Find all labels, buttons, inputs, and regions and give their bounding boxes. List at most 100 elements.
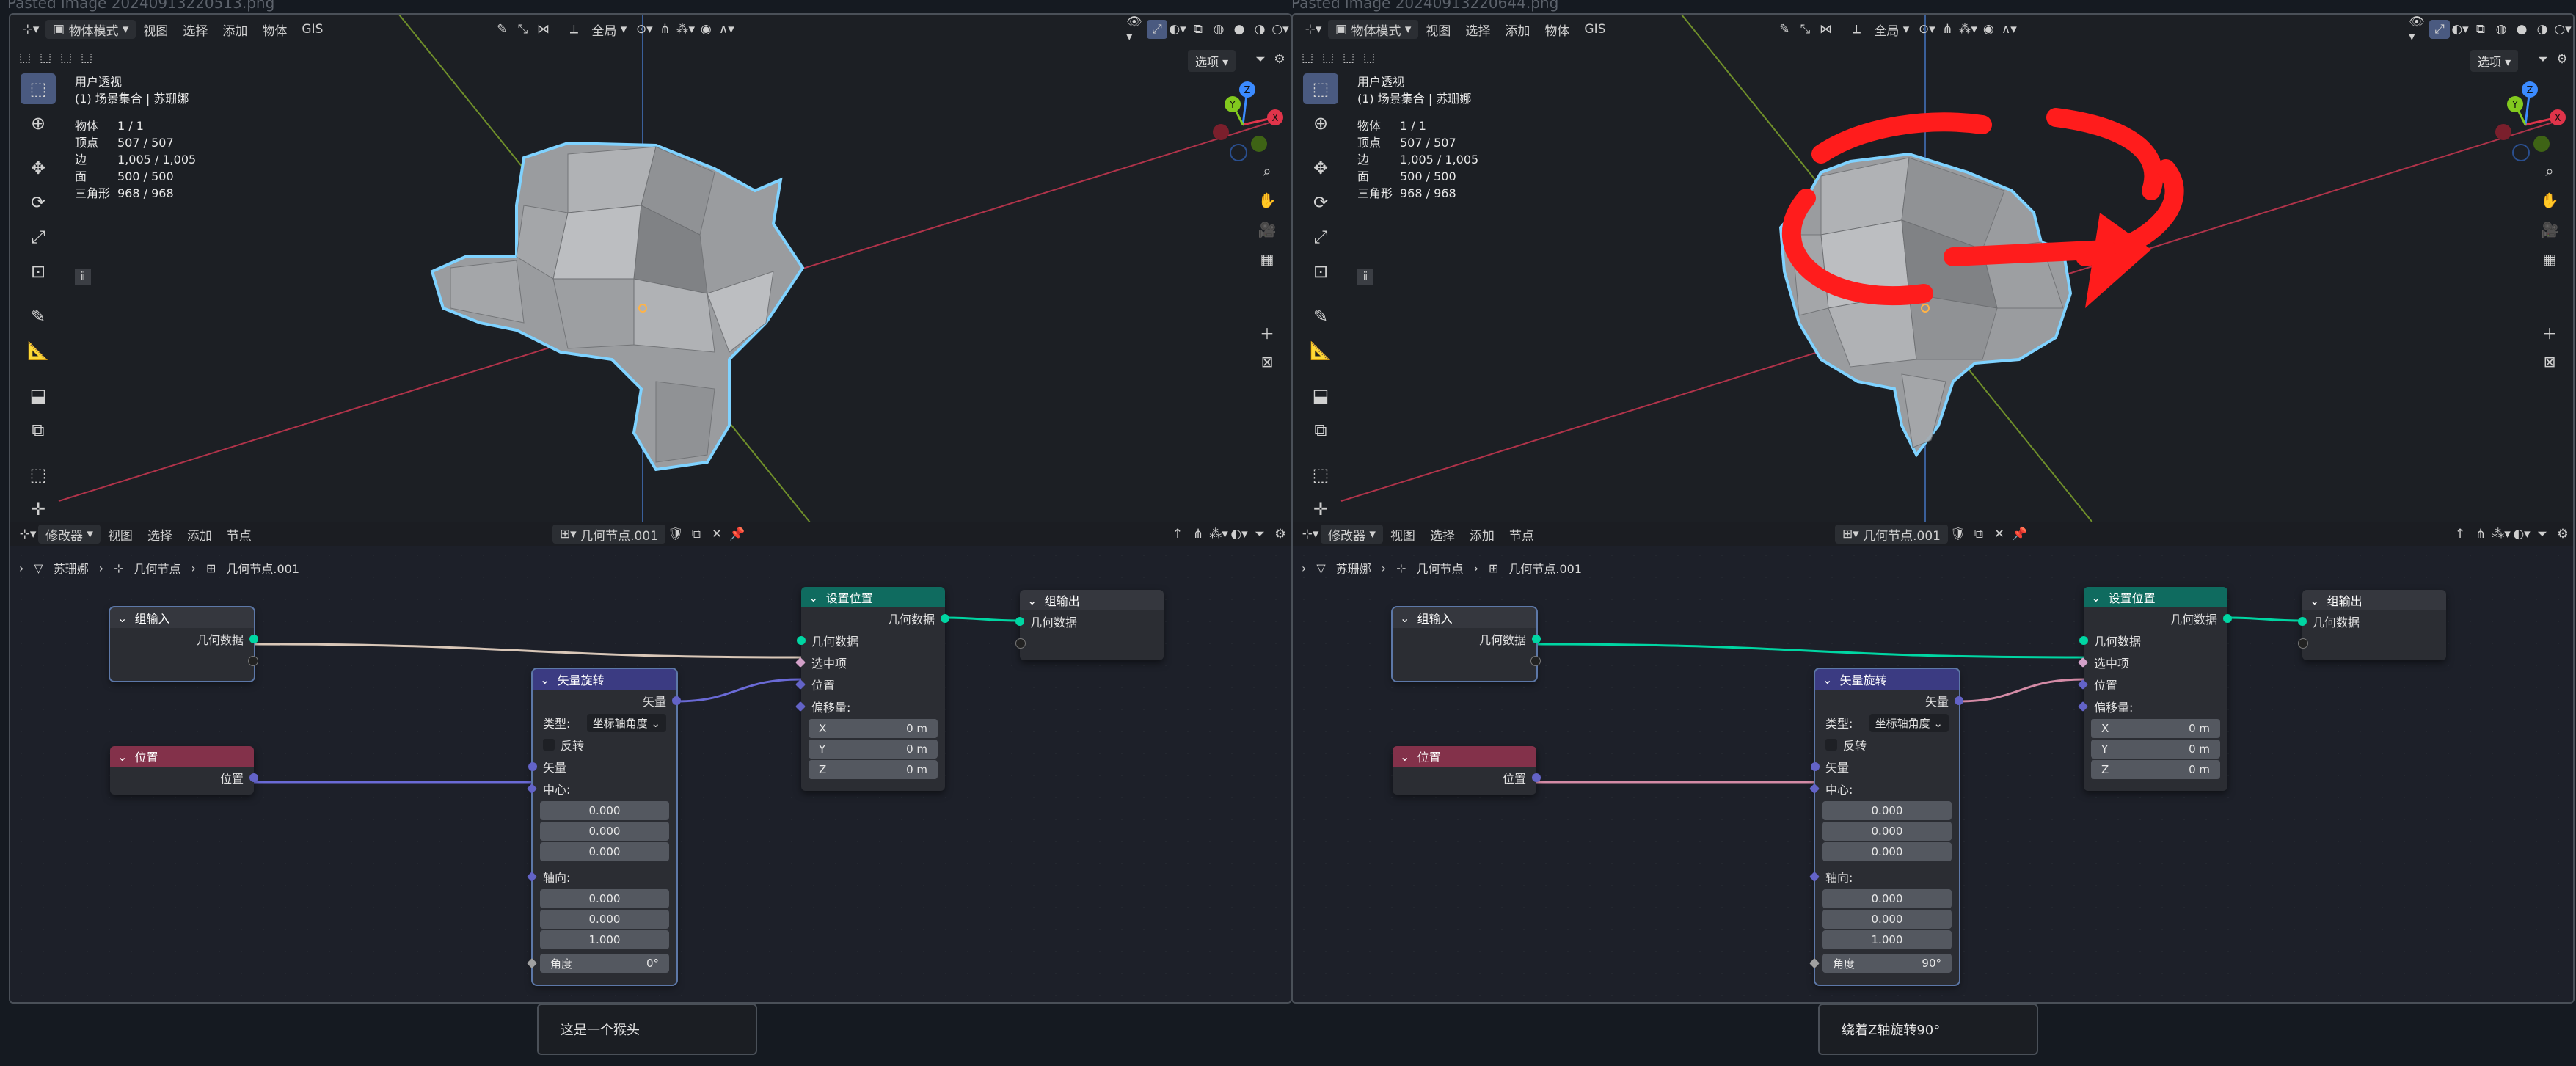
sidebar-badge-icon[interactable]: ⅱ: [75, 269, 91, 285]
extra-tool[interactable]: ✛: [21, 494, 56, 522]
select-box-tool[interactable]: ⬚: [21, 73, 56, 104]
orientation-select[interactable]: 全局 ▾: [584, 20, 634, 39]
measure-tool[interactable]: 📐: [1303, 335, 1338, 366]
offset-z-field[interactable]: Z0 m: [809, 760, 938, 779]
add-view-icon[interactable]: ＋: [2539, 323, 2560, 343]
center-z-field[interactable]: 0.000: [1822, 842, 1952, 861]
position-node[interactable]: ⌄ 位置 位置: [110, 746, 258, 795]
gizmo-toggle-icon[interactable]: ⤢: [1147, 20, 1167, 39]
snap-target-icon[interactable]: ⁂▾: [1957, 20, 1978, 39]
vector-rotate-node[interactable]: ⌄ 矢量旋转 矢量 类型: 坐标轴角度 ⌄ 反转 矢量 中心: 0.000 0.0…: [1809, 668, 1963, 986]
empty-output-socket[interactable]: [248, 656, 258, 666]
material-shading-icon[interactable]: ◑: [1249, 20, 1270, 39]
select-intersect-icon[interactable]: ⬚: [76, 48, 97, 67]
rotation-type-select[interactable]: 坐标轴角度 ⌄: [586, 713, 666, 732]
local-view-icon[interactable]: ⊠: [1257, 352, 1277, 371]
vector-input-socket[interactable]: [528, 762, 537, 771]
offset-z-field[interactable]: Z0 m: [2091, 760, 2220, 779]
scale-tool[interactable]: ⤢: [1303, 222, 1338, 252]
snap-target-icon[interactable]: ⁂▾: [675, 20, 696, 39]
geometry-output-socket[interactable]: [2223, 614, 2232, 623]
group-output-node[interactable]: ⌄ 组输出 几何数据: [2298, 590, 2446, 660]
eyedropper-icon[interactable]: ✎: [492, 20, 512, 39]
measure-tool[interactable]: 📐: [21, 335, 56, 366]
cursor-tool[interactable]: ⊕: [1303, 108, 1338, 139]
geometry-input-socket[interactable]: [2079, 636, 2088, 645]
menu-view[interactable]: 视图: [1418, 20, 1458, 39]
rotate-tool[interactable]: ⟳: [21, 187, 56, 218]
geometry-input-socket[interactable]: [2298, 617, 2307, 626]
empty-output-socket[interactable]: [1530, 656, 1541, 666]
geometry-output-socket[interactable]: [941, 614, 949, 623]
invert-checkbox[interactable]: [543, 739, 555, 751]
menu-select[interactable]: 选择: [175, 20, 215, 39]
center-y-field[interactable]: 0.000: [1822, 822, 1952, 841]
vector-output-socket[interactable]: [1955, 696, 1963, 705]
angle-field[interactable]: 角度 0°: [526, 954, 669, 973]
rendered-shading-icon[interactable]: ○▾: [1270, 20, 1291, 39]
vector-input-socket[interactable]: [1811, 762, 1820, 771]
geometry-input-socket[interactable]: [1015, 617, 1024, 626]
position-output-socket[interactable]: [1532, 773, 1541, 782]
axis-x-field[interactable]: 0.000: [1822, 889, 1952, 908]
offset-y-field[interactable]: Y0 m: [2091, 740, 2220, 759]
3d-viewport[interactable]: X ZY ⊹▾ ▣ 物体模式 ▾ 视图 选择 添加 物体 GIS ✎ ⤡ ⋈ ⟂ …: [1293, 15, 2573, 522]
center-x-field[interactable]: 0.000: [1822, 801, 1952, 820]
zoom-icon[interactable]: ⌕: [2539, 161, 2560, 180]
orientation-icon[interactable]: ⟂: [563, 20, 584, 39]
menu-select[interactable]: 选择: [1458, 20, 1497, 39]
visibility-icon[interactable]: 👁▾: [2409, 15, 2429, 44]
material-shading-icon[interactable]: ◑: [2532, 20, 2553, 39]
position-node[interactable]: ⌄ 位置 位置: [1393, 746, 1541, 795]
filter-icon[interactable]: ⏷: [1250, 50, 1271, 69]
scale-tool[interactable]: ⤢: [21, 222, 56, 252]
options-dropdown[interactable]: 选项 ▾: [1188, 50, 1236, 72]
select-circle-tool[interactable]: ⬚: [1303, 459, 1338, 490]
invert-checkbox[interactable]: [1825, 739, 1837, 751]
geometry-output-socket[interactable]: [1532, 635, 1541, 643]
empty-input-socket[interactable]: [2298, 638, 2308, 649]
group-input-node[interactable]: ⌄ 组输入 几何数据: [1391, 606, 1541, 682]
axis-x-field[interactable]: 0.000: [540, 889, 669, 908]
set-position-node[interactable]: ⌄ 设置位置 几何数据 几何数据 选中项 位置 偏移量: X0 m Y0 m Z…: [795, 587, 949, 791]
eyedropper-icon[interactable]: ✎: [1774, 20, 1795, 39]
xray-icon[interactable]: ⧉: [2470, 20, 2491, 39]
gizmo-toggle-icon[interactable]: ⤢: [2429, 20, 2450, 39]
offset-x-field[interactable]: X0 m: [2091, 719, 2220, 738]
wireframe-shading-icon[interactable]: ◍: [2491, 20, 2511, 39]
add-object-tool[interactable]: ⧉: [1303, 415, 1338, 445]
offset-y-field[interactable]: Y0 m: [809, 740, 938, 759]
menu-object[interactable]: 物体: [255, 20, 294, 39]
rotation-type-select[interactable]: 坐标轴角度 ⌄: [1869, 713, 1949, 732]
extra-tool[interactable]: ✛: [1303, 494, 1338, 522]
mode-select[interactable]: ▣ 物体模式 ▾: [45, 20, 136, 39]
annotate-tool[interactable]: ✎: [1303, 301, 1338, 332]
menu-add[interactable]: 添加: [215, 20, 255, 39]
pan-hand-icon[interactable]: ✋: [1257, 191, 1277, 210]
vector-rotate-node[interactable]: ⌄ 矢量旋转 矢量 类型: 坐标轴角度 ⌄ 反转 矢量 中心: 0.000 0.0…: [526, 668, 681, 986]
center-x-field[interactable]: 0.000: [540, 801, 669, 820]
menu-gis[interactable]: GIS: [294, 20, 330, 39]
gear-icon[interactable]: ⚙: [2552, 50, 2572, 69]
visibility-icon[interactable]: 👁▾: [1126, 15, 1147, 44]
position-output-socket[interactable]: [249, 773, 258, 782]
offset-x-field[interactable]: X0 m: [809, 719, 938, 738]
solid-shading-icon[interactable]: ●: [2511, 20, 2532, 39]
camera-icon[interactable]: 🎥: [2539, 220, 2560, 239]
overlay-icon[interactable]: ◐▾: [2450, 20, 2470, 39]
grid-view-icon[interactable]: ▦: [1257, 249, 1277, 269]
node-editor[interactable]: ⊹▾ 修改器 ▾ 视图 选择 添加 节点 ⊞▾ 几何节点.001 🛡 ⧉ ✕ 📌…: [10, 522, 1291, 1002]
cursor-tool[interactable]: ⊕: [21, 108, 56, 139]
center-z-field[interactable]: 0.000: [540, 842, 669, 861]
select-intersect-icon[interactable]: ⬚: [1359, 48, 1379, 67]
move-tool[interactable]: ✥: [21, 153, 56, 183]
group-output-node[interactable]: ⌄ 组输出 几何数据: [1015, 590, 1164, 660]
axis-z-field[interactable]: 1.000: [1822, 930, 1952, 949]
pan-hand-icon[interactable]: ✋: [2539, 191, 2560, 210]
rotate-tool[interactable]: ⟳: [1303, 187, 1338, 218]
snapping-icon[interactable]: ⋔: [654, 20, 675, 39]
orientation-select[interactable]: 全局 ▾: [1867, 20, 1916, 39]
xray-icon[interactable]: ⧉: [1188, 20, 1208, 39]
options-dropdown[interactable]: 选项 ▾: [2470, 50, 2519, 72]
add-cube-tool[interactable]: ⬓: [1303, 380, 1338, 411]
